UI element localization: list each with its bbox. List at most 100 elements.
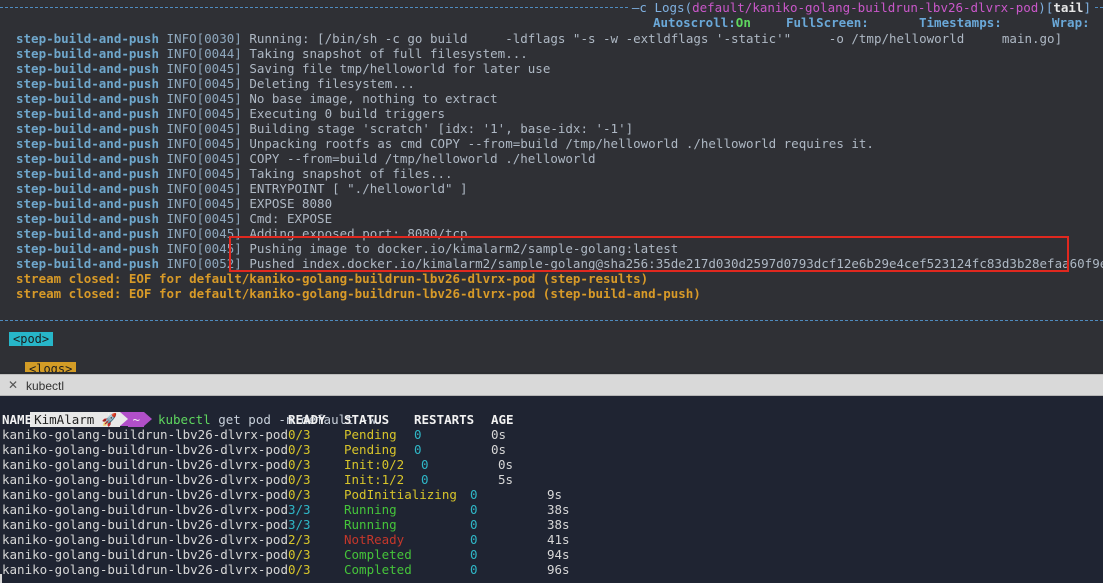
pod-restarts: 0: [470, 547, 478, 562]
log-line: step-build-and-push INFO[0045] Cmd: EXPO…: [16, 211, 1103, 226]
pod-name: kaniko-golang-buildrun-lbv26-dlvrx-pod: [2, 487, 288, 502]
log-level: INFO[0045]: [166, 136, 242, 151]
terminal-cursor: [0, 574, 2, 583]
pod-status: Completed: [344, 547, 412, 562]
pod-age: 9s: [547, 487, 563, 502]
command-name: kubectl: [157, 412, 211, 427]
stream-closed-line: stream closed: EOF for default/kaniko-go…: [16, 271, 649, 286]
log-line: step-build-and-push INFO[0045] No base i…: [16, 91, 1103, 106]
table-row: kaniko-golang-buildrun-lbv26-dlvrx-pod 3/…: [2, 517, 570, 532]
close-icon[interactable]: ✕: [8, 378, 18, 392]
terminal-pane[interactable]: KimAlarm 🚀 ~ kubectl get pod -n default -w…: [0, 396, 1103, 583]
powerline-arrow-icon: [143, 412, 152, 426]
log-line: step-build-and-push INFO[0045] ENTRYPOIN…: [16, 181, 1103, 196]
table-header: NAME READY STATUS RESTARTS AGE: [2, 412, 514, 427]
log-line: step-build-and-push INFO[0045] Saving fi…: [16, 61, 1103, 76]
log-source: step-build-and-push: [16, 106, 159, 121]
logs-pane: –c Logs(default/kaniko-golang-buildrun-l…: [0, 0, 1103, 372]
title-bracket-close: ]: [1083, 0, 1091, 15]
log-source: step-build-and-push: [16, 91, 159, 106]
log-source: step-build-and-push: [16, 226, 159, 241]
option-label: Timestamps:: [919, 15, 1002, 30]
log-level: INFO[0045]: [166, 91, 242, 106]
pod-restarts: 0: [470, 502, 478, 517]
pod-status: Init:1/2: [344, 472, 405, 487]
pod-age: 38s: [547, 517, 570, 532]
table-row: kaniko-golang-buildrun-lbv26-dlvrx-pod 0/…: [2, 472, 513, 487]
pod-ready: 2/3: [288, 532, 311, 547]
pod-status: NotReady: [344, 532, 405, 547]
log-message: EXPOSE 8080: [249, 196, 333, 211]
option-fullscreen[interactable]: FullScreen:: [786, 15, 869, 30]
pod-restarts: 0: [421, 457, 429, 472]
pod-status: Completed: [344, 562, 412, 577]
log-level: INFO[0045]: [166, 166, 242, 181]
option-label: Wrap:: [1052, 15, 1090, 30]
title-label: Logs: [654, 0, 685, 15]
table-row: kaniko-golang-buildrun-lbv26-dlvrx-pod 3/…: [2, 502, 570, 517]
log-level: INFO[0045]: [166, 151, 242, 166]
logs-footer-rule: [0, 320, 1103, 321]
log-level: INFO[0045]: [166, 211, 242, 226]
log-source: step-build-and-push: [16, 181, 159, 196]
log-line: step-build-and-push INFO[0030] Running: …: [16, 31, 1103, 46]
pod-watch-table: NAME READY STATUS RESTARTS AGE kaniko-go…: [2, 412, 570, 577]
log-source: step-build-and-push: [16, 76, 159, 91]
log-source: step-build-and-push: [16, 136, 159, 151]
log-line: step-build-and-push INFO[0045] COPY --fr…: [16, 151, 1103, 166]
log-line: step-build-and-push INFO[0045] Executing…: [16, 106, 1103, 121]
terminal-tab-bar: ✕ kubectl: [0, 374, 1103, 396]
pod-ready: 0/3: [288, 442, 311, 457]
log-line: step-build-and-push INFO[0044] Taking sn…: [16, 46, 1103, 61]
log-source: step-build-and-push: [16, 46, 159, 61]
table-row: kaniko-golang-buildrun-lbv26-dlvrx-pod 0/…: [2, 547, 570, 562]
log-level: INFO[0045]: [166, 181, 242, 196]
log-message: Cmd: EXPOSE: [249, 211, 333, 226]
log-source: step-build-and-push: [16, 256, 159, 271]
pod-name: kaniko-golang-buildrun-lbv26-dlvrx-pod: [2, 457, 288, 472]
pod-restarts: 0: [470, 562, 478, 577]
pod-ready: 0/3: [288, 547, 311, 562]
breadcrumb: <pod> <logs>: [9, 331, 77, 372]
log-source: step-build-and-push: [16, 31, 159, 46]
log-message: Taking snapshot of files...: [249, 166, 453, 181]
pod-ready: 3/3: [288, 502, 311, 517]
stream-closed-line: stream closed: EOF for default/kaniko-go…: [16, 286, 701, 301]
title-pod-path: default/kaniko-golang-buildrun-lbv26-dlv…: [692, 0, 1039, 15]
log-message: Running: [/bin/sh -c go build -ldflags "…: [249, 31, 1063, 46]
log-message: COPY --from=build /tmp/helloworld ./hell…: [249, 151, 596, 166]
log-level: INFO[0045]: [166, 106, 242, 121]
pod-age: 38s: [547, 502, 570, 517]
table-row: kaniko-golang-buildrun-lbv26-dlvrx-pod 0/…: [2, 562, 570, 577]
crumb-logs[interactable]: <logs>: [25, 362, 77, 372]
col-age-header: AGE: [491, 412, 514, 427]
pod-restarts: 0: [470, 517, 478, 532]
pod-ready: 0/3: [288, 562, 311, 577]
log-source: step-build-and-push: [16, 151, 159, 166]
pod-status: Running: [344, 517, 397, 532]
pod-status: Running: [344, 502, 397, 517]
log-message: Executing 0 build triggers: [249, 106, 445, 121]
pod-restarts: 0: [470, 532, 478, 547]
log-source: step-build-and-push: [16, 61, 159, 76]
option-wrap[interactable]: Wrap:: [1052, 15, 1090, 30]
pod-ready: 0/3: [288, 472, 311, 487]
option-timestamps[interactable]: Timestamps:: [919, 15, 1002, 30]
pod-ready: 0/3: [288, 457, 311, 472]
log-line: step-build-and-push INFO[0045] Building …: [16, 121, 1103, 136]
pod-age: 0s: [491, 442, 507, 457]
pod-age: 41s: [547, 532, 570, 547]
col-restarts-header: RESTARTS: [414, 412, 475, 427]
pod-age: 0s: [491, 427, 507, 442]
table-row: kaniko-golang-buildrun-lbv26-dlvrx-pod 0/…: [2, 457, 513, 472]
prompt-dir: ~: [128, 412, 144, 427]
tab-kubectl[interactable]: kubectl: [26, 379, 64, 393]
option-autoscroll[interactable]: Autoscroll:On: [653, 15, 751, 30]
crumb-pod[interactable]: <pod>: [9, 332, 54, 346]
logs-title: –c Logs(default/kaniko-golang-buildrun-l…: [627, 0, 1095, 15]
pod-restarts: 0: [414, 427, 422, 442]
log-line: step-build-and-push INFO[0045] Unpacking…: [16, 136, 1103, 151]
title-paren-close: ): [1038, 0, 1046, 15]
title-mode: tail: [1053, 0, 1084, 15]
log-level: INFO[0045]: [166, 196, 242, 211]
